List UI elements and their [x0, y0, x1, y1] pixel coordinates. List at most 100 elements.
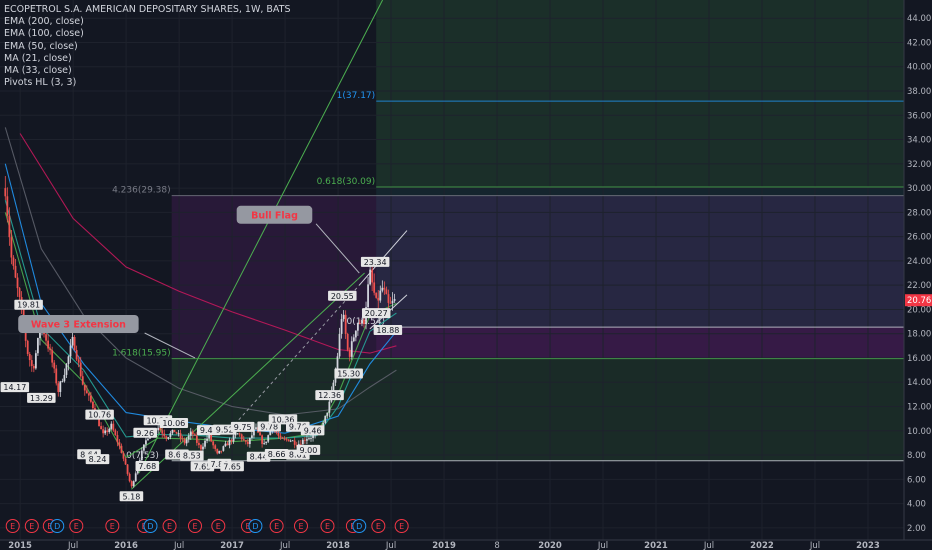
pivot-label: 10.76 — [85, 409, 114, 420]
candle-body — [338, 333, 341, 357]
candle-body — [189, 431, 192, 436]
fib-label: 4.236(29.38) — [112, 186, 171, 196]
candle-body — [251, 435, 253, 438]
candle-body — [289, 440, 292, 442]
candle-body — [356, 323, 359, 331]
earnings-marker[interactable]: E — [105, 519, 120, 533]
candle-body — [45, 334, 47, 341]
candle-body — [130, 481, 133, 487]
pivot-label-text: 8.53 — [183, 452, 201, 461]
candle-body — [348, 349, 351, 357]
pivot-label: 20.27 — [361, 308, 391, 319]
earnings-marker[interactable]: E — [320, 519, 335, 533]
candle-body — [4, 188, 7, 197]
candle-body — [132, 481, 135, 487]
candle-body — [163, 433, 166, 437]
legend-ma21[interactable]: MA (21, close) — [4, 53, 291, 65]
candle-body — [218, 450, 221, 454]
earnings-marker[interactable]: E — [293, 519, 308, 533]
legend-ma33[interactable]: MA (33, close) — [4, 65, 291, 77]
price-axis[interactable]: 2.00 4.00 6.00 8.00 10.00 12.00 14.00 16.00 18.0… — [903, 0, 932, 540]
candle-body — [108, 428, 111, 432]
earnings-marker[interactable]: E — [188, 519, 203, 533]
candle-body — [308, 438, 310, 440]
event-marker-label: E — [29, 522, 34, 531]
price-tick-label: 8.00 — [907, 451, 926, 461]
candle-body — [79, 362, 82, 377]
candle-body — [240, 434, 243, 440]
candle-body — [332, 382, 335, 392]
candle-body — [195, 435, 198, 443]
legend-ema100[interactable]: EMA (100, close) — [4, 28, 291, 40]
candle-body — [102, 429, 105, 434]
candle-body — [377, 297, 380, 301]
candle-body — [367, 284, 369, 308]
price-tick-label: 40.00 — [907, 63, 931, 73]
pivot-label: 5.18 — [119, 491, 144, 502]
event-marker-label: E — [74, 522, 79, 531]
candle-body — [200, 445, 202, 450]
candle-body — [183, 439, 186, 444]
candle-body — [216, 448, 219, 454]
time-axis[interactable]: 2015 Jul 2016 Jul 2017 Jul 2018 Jul 2019 8 2020 Jul… — [0, 539, 932, 550]
dividend-marker[interactable]: D — [143, 519, 158, 533]
callout-text: Bull Flag — [251, 210, 298, 221]
pivot-label: 14.17 — [0, 382, 30, 393]
legend-pivots[interactable]: Pivots HL (3, 3) — [4, 77, 291, 89]
dividend-marker[interactable]: D — [50, 519, 65, 533]
pivot-label-text: 10.06 — [162, 419, 185, 428]
candle-body — [63, 374, 66, 382]
candle-body — [389, 302, 392, 304]
time-tick-label: 2023 — [856, 541, 880, 550]
candle-body — [26, 340, 29, 354]
earnings-marker[interactable]: E — [162, 519, 177, 533]
candle-body — [75, 350, 78, 360]
candle-body — [67, 356, 70, 364]
fib-zone-green-lower — [171, 358, 905, 461]
price-tick-label: 14.00 — [907, 378, 931, 388]
candle-body — [279, 435, 282, 438]
dividend-marker[interactable]: D — [352, 519, 367, 533]
pivot-label: 15.30 — [334, 368, 363, 379]
candle-body — [87, 393, 90, 396]
candle-body — [283, 438, 286, 440]
candle-body — [202, 446, 204, 450]
earnings-marker[interactable]: E — [211, 519, 226, 533]
pivot-label-text: 14.17 — [3, 383, 26, 392]
candle-body — [69, 345, 72, 357]
candle-body — [47, 340, 49, 349]
candle-body — [232, 435, 235, 442]
candle-body — [328, 401, 331, 413]
candle-body — [6, 196, 9, 216]
candle-body — [71, 336, 74, 346]
pivot-label-text: 20.55 — [331, 292, 354, 301]
price-tick-label: 34.00 — [907, 136, 931, 146]
candle-body — [65, 363, 68, 375]
price-tick-label: 10.00 — [907, 427, 931, 437]
pivot-label-text: 19.81 — [17, 301, 40, 310]
candle-body — [128, 473, 131, 482]
candle-body — [177, 433, 180, 435]
pivot-label: 13.29 — [27, 392, 56, 403]
candle-body — [303, 439, 306, 441]
pivot-label-text: 8.24 — [89, 455, 107, 464]
legend-ema50[interactable]: EMA (50, close) — [4, 41, 291, 53]
fib-zone-green-upper — [376, 0, 904, 187]
candle-body — [89, 395, 92, 402]
earnings-marker[interactable]: E — [269, 519, 284, 533]
earnings-marker[interactable]: E — [371, 519, 386, 533]
legend-ema200[interactable]: EMA (200, close) — [4, 16, 291, 28]
candle-body — [206, 438, 208, 441]
candle-body — [204, 440, 206, 447]
earnings-marker[interactable]: E — [5, 519, 20, 533]
earnings-marker[interactable]: E — [394, 519, 409, 533]
candle-body — [393, 298, 396, 301]
candle-body — [248, 437, 251, 445]
candle-body — [385, 289, 388, 295]
candle-body — [169, 433, 172, 438]
dividend-marker[interactable]: D — [248, 519, 263, 533]
earnings-marker[interactable]: E — [69, 519, 84, 533]
earnings-marker[interactable]: E — [24, 519, 39, 533]
pivot-label-text: 10.76 — [88, 411, 111, 420]
candle-body — [224, 443, 227, 447]
